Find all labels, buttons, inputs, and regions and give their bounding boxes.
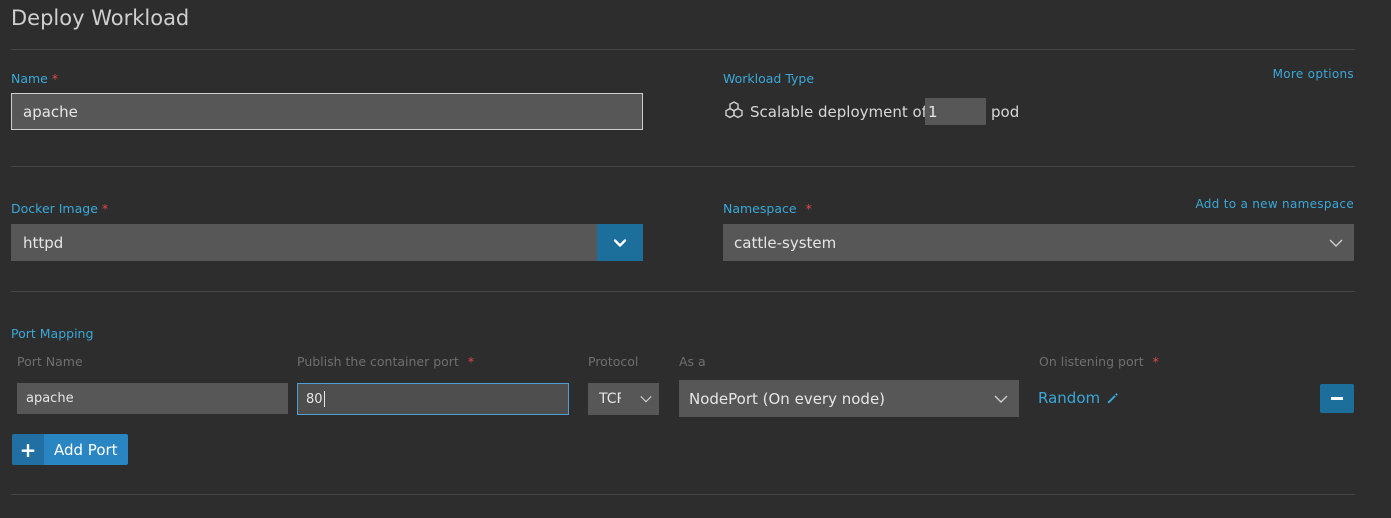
add-port-label: Add Port [54,440,118,459]
port-name-value: apache [26,391,74,406]
as-a-header: As a [679,354,706,369]
remove-port-button[interactable] [1320,384,1354,413]
divider [11,291,1355,292]
container-port-value: 80 [306,391,323,407]
chevron-down-icon [613,238,627,247]
docker-image-dropdown-button[interactable] [597,224,643,261]
name-input[interactable]: apache [11,93,643,130]
port-mapping-label: Port Mapping [11,326,94,341]
random-port-label: Random [1038,389,1101,407]
minus-icon [1331,397,1343,400]
page-title: Deploy Workload [11,6,190,30]
port-name-header: Port Name [17,354,83,369]
chevron-down-icon [640,395,652,403]
chevron-down-icon [994,395,1008,403]
pencil-icon [1107,392,1118,403]
protocol-select[interactable]: TCP [588,383,659,415]
port-name-input[interactable]: apache [17,383,288,414]
add-namespace-link[interactable]: Add to a new namespace [1150,197,1354,211]
service-type-value: NodePort (On every node) [689,389,886,408]
cubes-icon [723,100,745,126]
chevron-down-icon [1329,239,1343,247]
name-label: Name * [11,71,59,86]
random-port-toggle[interactable]: Random [1038,389,1119,407]
pod-count-value: 1 [928,102,938,121]
divider [11,494,1355,495]
namespace-value: cattle-system [734,233,837,252]
divider [11,49,1355,50]
service-type-select[interactable]: NodePort (On every node) [679,380,1019,417]
workload-type-suffix: pod [991,103,1020,121]
name-input-value: apache [23,102,78,121]
protocol-value: TCP [599,391,621,407]
namespace-select[interactable]: cattle-system [723,224,1354,261]
plus-icon: + [12,434,44,465]
workload-type-prefix: Scalable deployment of [750,103,927,121]
add-port-button[interactable]: + Add Port [12,434,128,465]
more-options-link[interactable]: More options [1180,67,1354,81]
container-port-input[interactable]: 80 [297,383,569,415]
pod-count-input[interactable]: 1 [925,98,986,125]
publish-port-header: Publish the container port * [297,354,475,369]
docker-image-input[interactable]: httpd [11,224,597,261]
listening-port-header: On listening port * [1039,354,1159,369]
docker-image-label: Docker Image * [11,201,109,216]
docker-image-value: httpd [23,233,64,252]
workload-type-label: Workload Type [723,71,815,86]
divider [11,166,1355,167]
namespace-label: Namespace * [723,201,812,216]
protocol-header: Protocol [588,354,639,369]
